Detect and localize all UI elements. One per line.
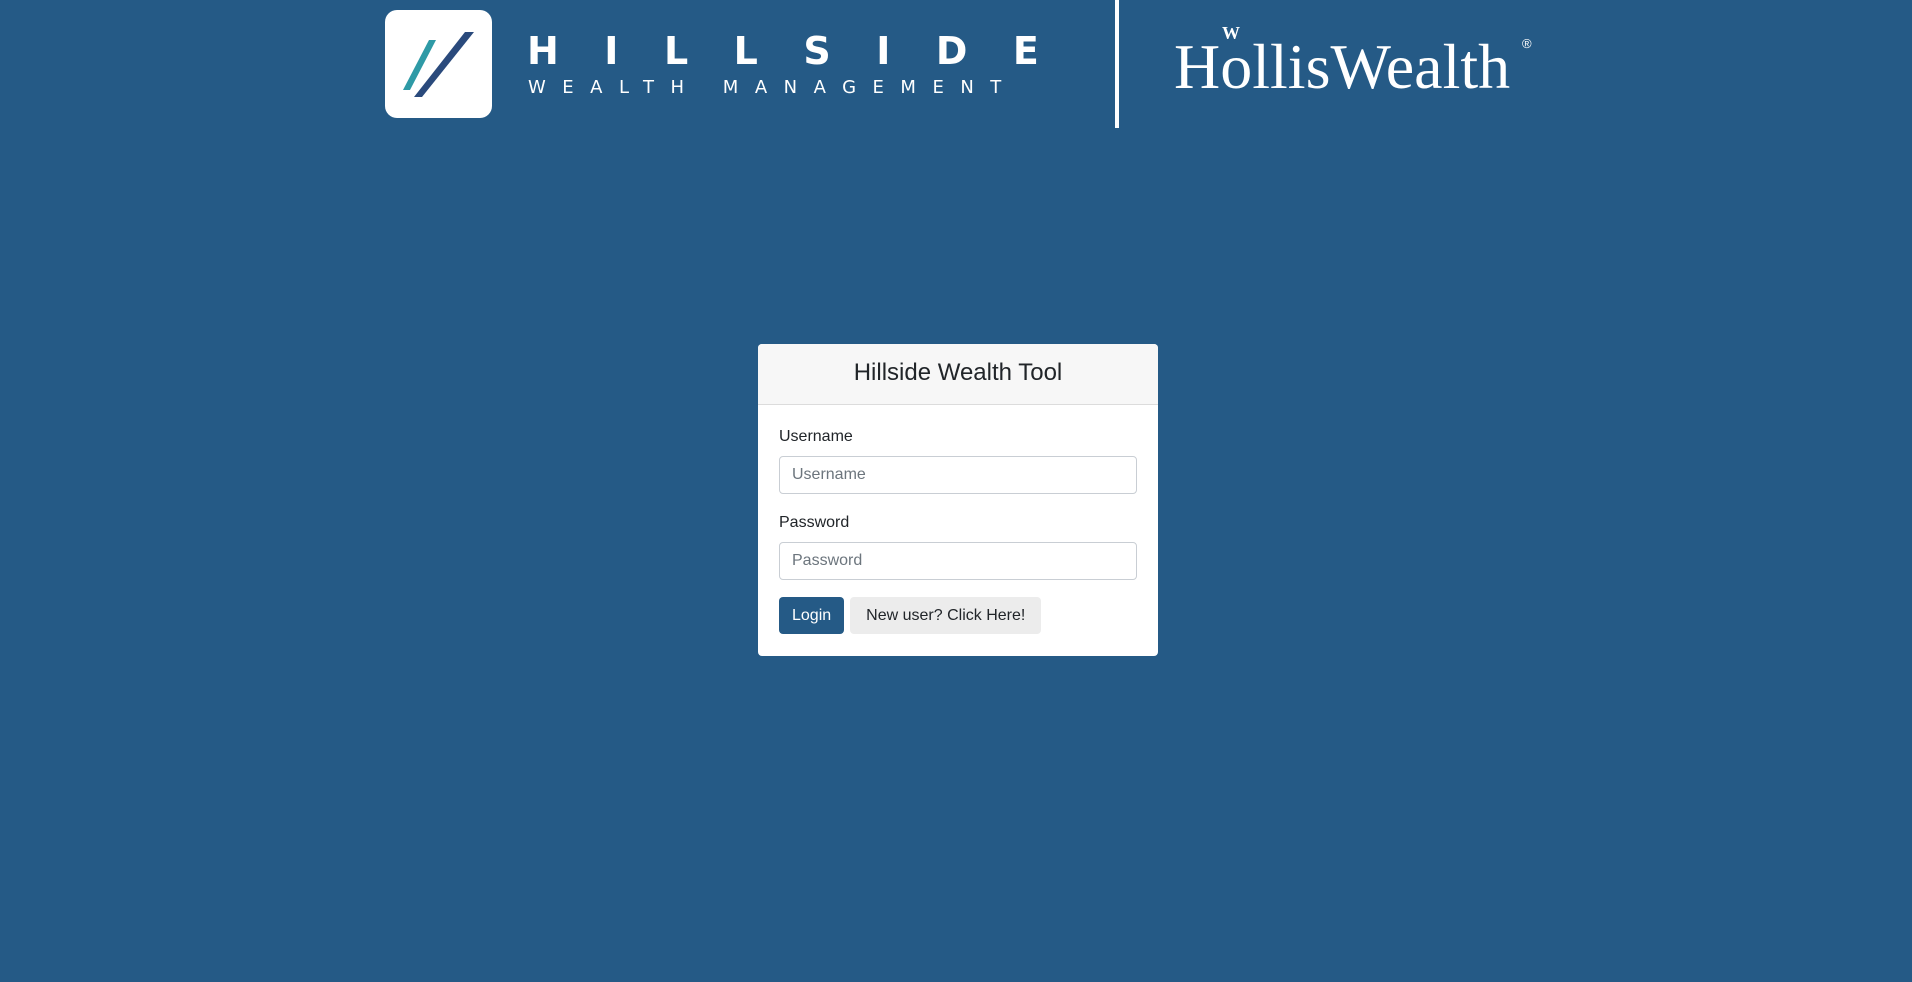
username-input[interactable] [779, 456, 1137, 494]
login-card-title: Hillside Wealth Tool [853, 359, 1063, 386]
double-slash-logo-icon [403, 32, 474, 97]
holliswealth-logo: HollisWealth W ® [1170, 22, 1540, 98]
header-divider [1115, 0, 1119, 128]
hillside-logo [385, 10, 492, 118]
login-form: Username Password Login New user? Click … [758, 405, 1158, 634]
partner-logo-crown-icon: W [1222, 23, 1240, 43]
password-group: Password [779, 513, 1137, 580]
username-group: Username [779, 427, 1137, 494]
new-user-button[interactable]: New user? Click Here! [850, 597, 1042, 634]
login-button[interactable]: Login [779, 597, 845, 634]
password-label: Password [779, 514, 850, 531]
password-input[interactable] [779, 542, 1137, 580]
login-card: Hillside Wealth Tool Username Password L… [758, 344, 1158, 656]
registered-mark: ® [1522, 36, 1532, 51]
brand-subtitle: WEALTH MANAGEMENT [528, 77, 1018, 98]
form-actions: Login New user? Click Here! [779, 597, 1137, 634]
username-label: Username [779, 428, 853, 445]
login-card-header: Hillside Wealth Tool [758, 344, 1158, 405]
page-header: HILLSIDE WEALTH MANAGEMENT HollisWealth … [0, 0, 1912, 130]
brand-name: HILLSIDE [527, 29, 1085, 73]
